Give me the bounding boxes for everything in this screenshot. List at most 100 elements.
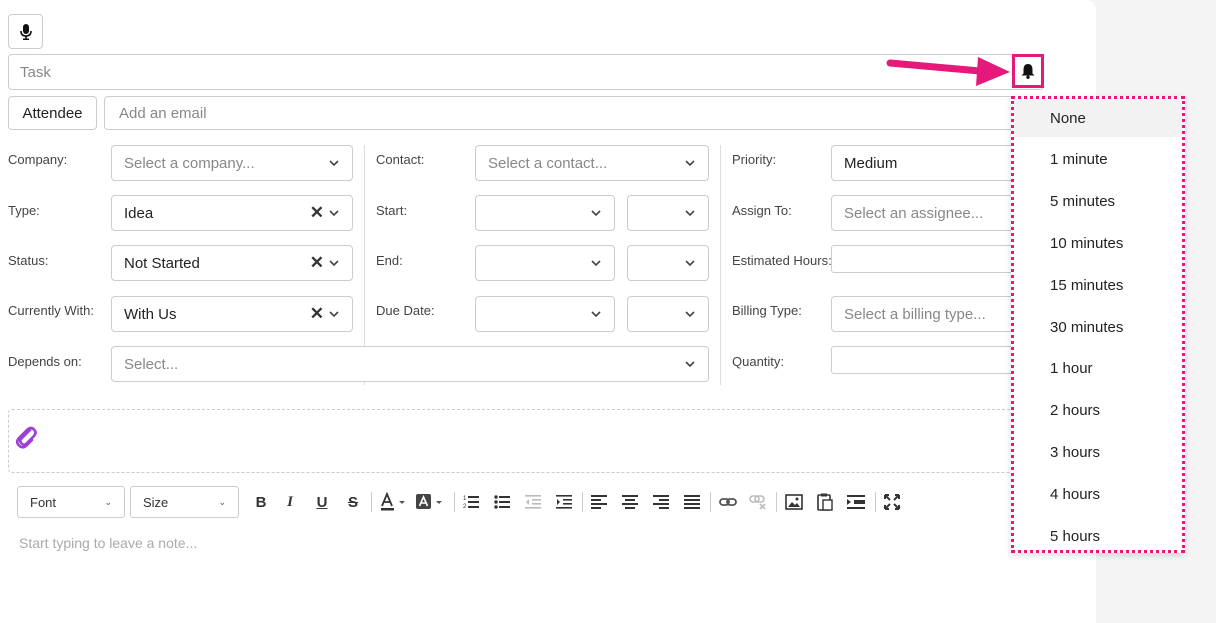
align-left-icon[interactable] [591,492,607,512]
caret-down-icon: ⌄ [104,496,112,507]
priority-label: Priority: [732,152,777,167]
start-date-select[interactable] [475,195,615,231]
clear-icon[interactable]: ✕ [310,253,324,273]
company-select[interactable]: Select a company... [111,145,353,181]
ordered-list-icon[interactable]: 12 [463,492,479,512]
text-color-icon[interactable] [379,492,407,512]
currently-with-select[interactable]: With Us ✕ [111,296,353,332]
estimated-hours-label: Estimated Hours: [732,253,832,268]
column-divider [720,145,721,385]
fullscreen-icon[interactable] [884,492,900,512]
chevron-down-icon [685,361,695,368]
size-select[interactable]: Size ⌄ [130,486,239,518]
reminder-option[interactable]: 15 minutes [1014,266,1182,304]
end-label: End: [376,253,403,268]
reminder-option[interactable]: 5 minutes [1014,183,1182,221]
paste-icon[interactable] [817,492,833,512]
reminder-option[interactable]: 4 hours [1014,475,1182,513]
chevron-down-icon [685,160,695,167]
chevron-down-icon [329,210,339,217]
quantity-label: Quantity: [732,354,785,369]
priority-value: Medium [844,154,898,172]
contact-placeholder: Select a contact... [488,154,608,172]
assignee-select[interactable]: Select an assignee... [831,195,1016,231]
italic-icon[interactable]: I [282,492,298,512]
due-date-select[interactable] [475,296,615,332]
note-placeholder: Start typing to leave a note... [19,535,198,551]
depends-on-select[interactable]: Select... [111,346,709,382]
highlight-color-icon[interactable] [415,492,445,512]
outdent-icon[interactable] [525,492,541,512]
chevron-down-icon [591,311,601,318]
end-date-select[interactable] [475,245,615,281]
microphone-icon [19,23,32,40]
toolbar-divider [776,492,777,512]
align-center-icon[interactable] [622,492,638,512]
reminder-option[interactable]: 5 hours [1014,517,1182,555]
chevron-down-icon [685,311,695,318]
quantity-input[interactable] [831,346,1016,374]
bullet-list-icon[interactable] [494,492,510,512]
status-value: Not Started [124,254,200,272]
reminder-option[interactable]: 10 minutes [1014,224,1182,262]
unlink-icon[interactable] [749,492,767,512]
email-input[interactable]: Add an email [104,96,1016,130]
annotation-arrow-icon [886,57,1010,86]
indent-icon[interactable] [556,492,572,512]
align-justify-icon[interactable] [684,492,700,512]
toolbar-divider [710,492,711,512]
chevron-down-icon [329,311,339,318]
billing-type-select[interactable]: Select a billing type... [831,296,1016,332]
svg-text:2: 2 [463,504,467,510]
toolbar-divider [371,492,372,512]
due-date-label: Due Date: [376,303,435,318]
toolbar-divider [875,492,876,512]
reminder-option[interactable]: None [1014,99,1182,137]
company-placeholder: Select a company... [124,154,255,172]
reminder-option[interactable]: 1 hour [1014,350,1182,388]
billing-type-placeholder: Select a billing type... [844,305,986,323]
end-time-select[interactable] [627,245,709,281]
start-time-select[interactable] [627,195,709,231]
reminder-button[interactable] [1012,54,1044,88]
status-select[interactable]: Not Started ✕ [111,245,353,281]
type-value: Idea [124,204,154,222]
status-label: Status: [8,253,49,268]
task-placeholder: Task [20,63,51,81]
type-select[interactable]: Idea ✕ [111,195,353,231]
contact-select[interactable]: Select a contact... [475,145,709,181]
chevron-down-icon [591,210,601,217]
reminder-option[interactable]: 1 minute [1014,141,1182,179]
editor-toolbar: Font ⌄ Size ⌄ B I U S 12 [17,486,1017,518]
depends-on-label: Depends on: [8,354,82,369]
assignee-placeholder: Select an assignee... [844,204,984,222]
strikethrough-icon[interactable]: S [345,492,361,512]
note-editor[interactable]: Start typing to leave a note... [19,535,197,551]
currently-with-value: With Us [124,305,177,323]
link-icon[interactable] [719,492,737,512]
image-icon[interactable] [785,492,803,512]
underline-icon[interactable]: U [314,492,330,512]
email-placeholder: Add an email [119,104,207,122]
depends-on-placeholder: Select... [124,355,179,373]
bold-icon[interactable]: B [253,492,269,512]
assign-to-label: Assign To: [732,203,792,218]
reminder-option[interactable]: 2 hours [1014,392,1182,430]
priority-select[interactable]: Medium [831,145,1016,181]
align-right-icon[interactable] [653,492,669,512]
estimated-hours-input[interactable] [831,245,1016,273]
clear-icon[interactable]: ✕ [310,304,324,324]
currently-with-label: Currently With: [8,303,94,318]
reminder-option[interactable]: 30 minutes [1014,308,1182,346]
paperclip-icon[interactable] [15,424,37,450]
attachment-dropzone[interactable] [8,409,1028,473]
clear-icon[interactable]: ✕ [310,203,324,223]
microphone-button[interactable] [8,14,43,49]
insert-block-icon[interactable] [847,492,865,512]
svg-text:1: 1 [463,496,467,502]
billing-type-label: Billing Type: [732,303,802,318]
due-time-select[interactable] [627,296,709,332]
attendee-button[interactable]: Attendee [8,96,97,130]
font-select[interactable]: Font ⌄ [17,486,125,518]
reminder-option[interactable]: 3 hours [1014,433,1182,471]
